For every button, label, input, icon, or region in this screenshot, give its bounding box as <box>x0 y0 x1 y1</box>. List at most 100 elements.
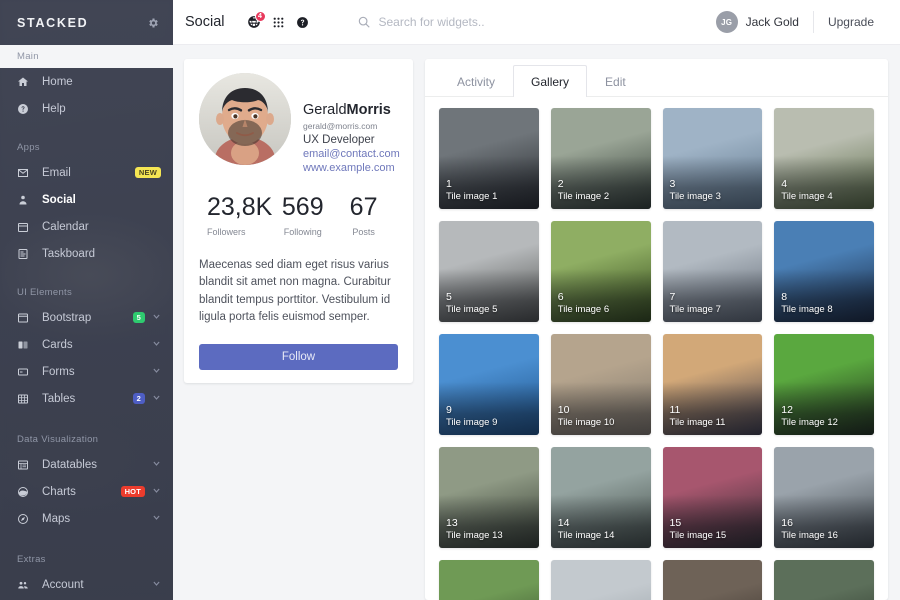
user-name: Jack Gold <box>746 15 799 29</box>
gallery-tile-caption: 10Tile image 10 <box>558 404 615 429</box>
sidebar-item-tables[interactable]: Tables2 <box>0 385 173 412</box>
gallery-tile[interactable]: 5Tile image 5 <box>439 221 539 322</box>
sidebar-item-email[interactable]: EmailNEW <box>0 159 173 186</box>
topbar: Social 4 <box>173 0 900 45</box>
sidebar-item-social[interactable]: Social <box>0 186 173 213</box>
gallery-tile-label: Tile image 8 <box>781 304 832 316</box>
profile-stat: 23,8K Followers <box>203 194 272 237</box>
profile-card: GeraldMorris gerald@morris.com UX Develo… <box>184 59 413 383</box>
gallery-tile[interactable]: 8Tile image 8 <box>774 221 874 322</box>
gallery-tile-caption: 2Tile image 2 <box>558 178 609 203</box>
profile-stat-value: 23,8K <box>207 194 272 222</box>
sidebar-item-forms[interactable]: Forms <box>0 358 173 385</box>
gallery-tile[interactable]: 19Tile image 19 <box>663 560 763 600</box>
tab-edit[interactable]: Edit <box>587 65 644 97</box>
sidebar-item-label: Help <box>35 103 161 115</box>
sidebar-item-label: Forms <box>35 366 145 378</box>
chevron-down-icon[interactable] <box>152 366 161 377</box>
profile-stat-label: Followers <box>207 227 272 237</box>
tab-activity[interactable]: Activity <box>439 65 513 97</box>
sidebar-item-help[interactable]: Help <box>0 95 173 122</box>
sidebar-item-bootstrap[interactable]: Bootstrap5 <box>0 304 173 331</box>
gallery-tile[interactable]: 3Tile image 3 <box>663 108 763 209</box>
gallery-tile[interactable]: 15Tile image 15 <box>663 447 763 548</box>
chevron-down-icon[interactable] <box>152 513 161 524</box>
chevron-down-icon[interactable] <box>152 459 161 470</box>
users-icon <box>17 579 35 591</box>
sidebar-item-label: Social <box>35 194 161 206</box>
gallery-tile[interactable]: 11Tile image 11 <box>663 334 763 435</box>
gallery-tile-caption: 1Tile image 1 <box>446 178 497 203</box>
sidebar-item-charts[interactable]: ChartsHOT <box>0 478 173 505</box>
chevron-down-icon[interactable] <box>152 312 161 323</box>
notifications-globe-icon[interactable]: 4 <box>247 15 261 29</box>
gallery-tile[interactable]: 4Tile image 4 <box>774 108 874 209</box>
gallery-tile-caption: 5Tile image 5 <box>446 291 497 316</box>
brand-logo[interactable]: STACKED <box>17 16 88 30</box>
sidebar-item-datatables[interactable]: Datatables <box>0 451 173 478</box>
gallery-tile-image <box>439 560 539 600</box>
profile-contact-link[interactable]: email@contact.com <box>303 148 398 160</box>
gallery-tile[interactable]: 2Tile image 2 <box>551 108 651 209</box>
search-bar[interactable] <box>357 15 716 29</box>
content-area: GeraldMorris gerald@morris.com UX Develo… <box>173 45 900 600</box>
sidebar-item-maps[interactable]: Maps <box>0 505 173 532</box>
gear-icon[interactable] <box>147 17 159 29</box>
upgrade-button[interactable]: Upgrade <box>814 15 888 29</box>
datatable-icon <box>17 459 35 471</box>
window-icon <box>17 312 35 324</box>
search-input[interactable] <box>379 15 679 29</box>
gallery-tile-caption: 14Tile image 14 <box>558 517 615 542</box>
gallery-tabs: ActivityGalleryEdit <box>425 59 888 97</box>
gallery-tile-caption: 3Tile image 3 <box>670 178 721 203</box>
gallery-tile[interactable]: 10Tile image 10 <box>551 334 651 435</box>
sidebar-item-cards[interactable]: Cards <box>0 331 173 358</box>
sidebar-item-home[interactable]: Home <box>0 68 173 95</box>
sidebar-item-calendar[interactable]: Calendar <box>0 213 173 240</box>
sidebar: STACKED MainHomeHelpAppsEmailNEWSocialCa… <box>0 0 173 600</box>
tab-gallery[interactable]: Gallery <box>513 65 587 97</box>
gallery-tile[interactable]: 16Tile image 16 <box>774 447 874 548</box>
chevron-down-icon[interactable] <box>152 486 161 497</box>
profile-stat-value: 67 <box>333 194 394 222</box>
gallery-tile[interactable]: 12Tile image 12 <box>774 334 874 435</box>
gallery-tile[interactable]: 14Tile image 14 <box>551 447 651 548</box>
gallery-tile-number: 12 <box>781 404 838 417</box>
gallery-tile-label: Tile image 13 <box>446 530 503 542</box>
gallery-tile[interactable]: 1Tile image 1 <box>439 108 539 209</box>
gallery-tile[interactable]: 17Tile image 17 <box>439 560 539 600</box>
gallery-tile-label: Tile image 9 <box>446 417 497 429</box>
gallery-tile-number: 9 <box>446 404 497 417</box>
chevron-down-icon[interactable] <box>152 579 161 590</box>
gallery-tile[interactable]: 18Tile image 18 <box>551 560 651 600</box>
sidebar-nav: MainHomeHelpAppsEmailNEWSocialCalendarTa… <box>0 45 173 598</box>
main-column: Social 4 <box>173 0 900 600</box>
chevron-down-icon[interactable] <box>152 393 161 404</box>
apps-grid-icon[interactable] <box>272 16 285 29</box>
compass-icon <box>17 513 35 525</box>
gallery-tile[interactable]: 7Tile image 7 <box>663 221 763 322</box>
gallery-tile[interactable]: 20Tile image 20 <box>774 560 874 600</box>
profile-stat-label: Posts <box>333 227 394 237</box>
sidebar-item-label: Datatables <box>35 459 145 471</box>
gallery-tile[interactable]: 9Tile image 9 <box>439 334 539 435</box>
gallery-tile[interactable]: 13Tile image 13 <box>439 447 539 548</box>
gallery-tile[interactable]: 6Tile image 6 <box>551 221 651 322</box>
home-icon <box>17 76 35 88</box>
gallery-tile-number: 6 <box>558 291 609 304</box>
chevron-down-icon[interactable] <box>152 339 161 350</box>
user-photo <box>199 73 291 165</box>
form-icon <box>17 366 35 378</box>
profile-stats: 23,8KFollowers569Following67Posts <box>199 194 398 237</box>
profile-website-link[interactable]: www.example.com <box>303 162 398 174</box>
help-circle-icon[interactable] <box>296 16 309 29</box>
user-menu[interactable]: JG Jack Gold <box>716 11 814 33</box>
sidebar-item-taskboard[interactable]: Taskboard <box>0 240 173 267</box>
gallery-tile-caption: 7Tile image 7 <box>670 291 721 316</box>
gallery-tile-number: 5 <box>446 291 497 304</box>
sidebar-item-account[interactable]: Account <box>0 571 173 598</box>
gallery-tile-number: 7 <box>670 291 721 304</box>
follow-button[interactable]: Follow <box>199 344 398 370</box>
taskboard-icon <box>17 248 35 260</box>
profile-stat: 67 Posts <box>333 194 394 237</box>
